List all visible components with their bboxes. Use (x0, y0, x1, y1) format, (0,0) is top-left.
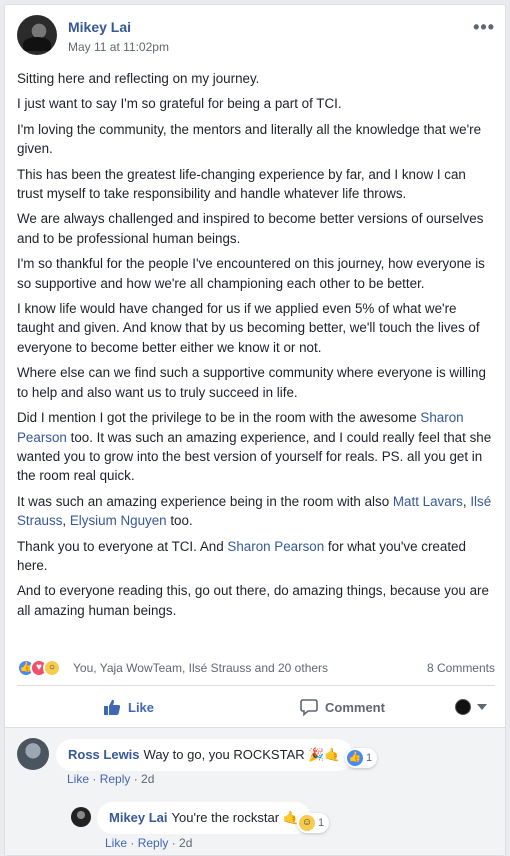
mention-elysium-nguyen[interactable]: Elysium Nguyen (70, 513, 167, 528)
haha-icon: ☺ (299, 815, 315, 831)
wow-icon: ○ (43, 659, 61, 677)
post-timestamp[interactable]: May 11 at 11:02pm (68, 40, 169, 54)
current-user-avatar (455, 699, 471, 715)
post-header: Mikey Lai May 11 at 11:02pm ••• (17, 15, 495, 63)
reaction-stats: 👍 ♥ ○ You, Yaja WowTeam, Ilsé Strauss an… (17, 657, 495, 679)
comment-text: You're the rockstar 🤙 (171, 810, 299, 825)
paragraph: And to everyone reading this, go out the… (17, 583, 489, 618)
comment-meta: Like · Reply · 2d (67, 772, 155, 786)
divider (17, 685, 495, 686)
paragraph: Did I mention I got the privilege to be … (17, 410, 492, 484)
comment-author[interactable]: Ross Lewis (68, 747, 140, 762)
author-name[interactable]: Mikey Lai (68, 19, 131, 35)
comment-button[interactable]: Comment (300, 687, 385, 727)
like-icon: 👍 (347, 750, 363, 766)
comment-reply-link[interactable]: Reply (138, 836, 169, 850)
comment-like-link[interactable]: Like (67, 772, 89, 786)
comment-reactions[interactable]: 👍 1 (345, 748, 378, 768)
comment-reply-link[interactable]: Reply (100, 772, 131, 786)
paragraph: This has been the greatest life-changing… (17, 166, 466, 202)
reaction-names[interactable]: You, Yaja WowTeam, Ilsé Strauss and 20 o… (73, 661, 328, 675)
comment-author[interactable]: Mikey Lai (109, 810, 168, 825)
reply-bubble: Mikey Lai You're the rockstar 🤙 (97, 802, 311, 834)
mention-matt-lavars[interactable]: Matt Lavars (393, 494, 463, 509)
paragraph: I'm so thankful for the people I've enco… (17, 256, 485, 291)
like-button[interactable]: Like (103, 687, 154, 727)
avatar[interactable] (71, 807, 91, 827)
comment-bubble: Ross Lewis Way to go, you ROCKSTAR 🎉🤙 (56, 739, 353, 771)
thumbs-up-icon (104, 699, 121, 715)
paragraph: We are always challenged and inspired to… (17, 211, 484, 246)
paragraph: Where else can we find such a supportive… (17, 365, 486, 400)
comment-age[interactable]: 2d (179, 836, 192, 850)
comment-like-link[interactable]: Like (105, 836, 127, 850)
paragraph: Thank you to everyone at TCI. And Sharon… (17, 538, 466, 573)
comment-reactions[interactable]: ☺ 1 (297, 813, 330, 833)
paragraph: I just want to say I'm so grateful for b… (17, 96, 342, 112)
paragraph: I know life would have changed for us if… (17, 301, 480, 355)
mention-sharon-pearson[interactable]: Sharon Pearson (227, 539, 324, 554)
post-card: Mikey Lai May 11 at 11:02pm ••• Sitting … (4, 4, 506, 856)
comments-section: Ross Lewis Way to go, you ROCKSTAR 🎉🤙 👍 1… (5, 727, 505, 855)
reaction-picker[interactable] (455, 699, 487, 715)
more-options-icon[interactable]: ••• (473, 17, 495, 38)
action-bar: Like Comment (17, 687, 495, 727)
paragraph: It was such an amazing experience being … (17, 493, 492, 529)
paragraph: Sitting here and reflecting on my journe… (17, 71, 260, 86)
author-avatar[interactable] (17, 15, 57, 55)
comment-text: Way to go, you ROCKSTAR 🎉🤙 (143, 747, 341, 762)
comments-count[interactable]: 8 Comments (427, 661, 495, 675)
chevron-down-icon (477, 704, 487, 710)
comment-meta: Like · Reply · 2d (105, 836, 193, 850)
paragraph: I'm loving the community, the mentors an… (17, 121, 482, 157)
reaction-icons[interactable]: 👍 ♥ ○ (17, 659, 73, 677)
comment-icon (300, 699, 318, 716)
comment-age[interactable]: 2d (141, 772, 154, 786)
post-body: Sitting here and reflecting on my journe… (17, 69, 495, 626)
avatar[interactable] (17, 738, 49, 770)
